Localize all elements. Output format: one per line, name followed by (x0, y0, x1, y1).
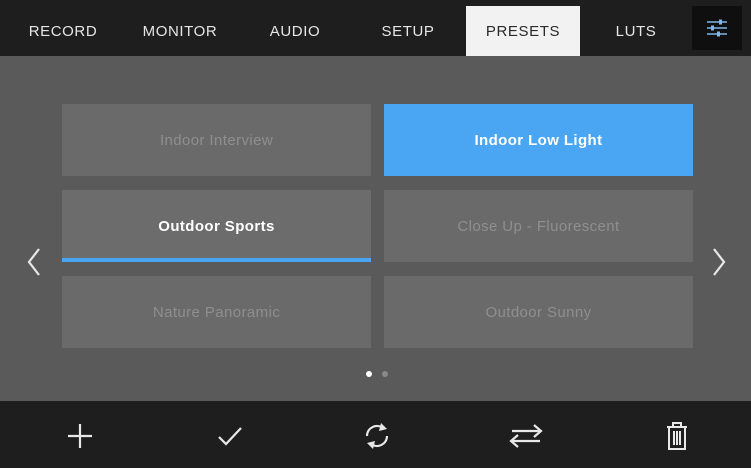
add-icon (68, 424, 92, 448)
selected-indicator (62, 258, 371, 262)
preset-close-up-fluorescent[interactable]: Close Up - Fluorescent (384, 190, 693, 262)
previous-page-button[interactable] (22, 240, 46, 284)
tab-record[interactable]: RECORD (14, 6, 112, 56)
tab-bar: RECORD MONITOR AUDIO SETUP PRESETS LUTS (0, 0, 751, 56)
tab-setup[interactable]: SETUP (356, 6, 460, 56)
preset-label: Close Up - Fluorescent (457, 217, 620, 235)
page-indicator (360, 371, 394, 379)
delete-preset-button[interactable] (652, 411, 702, 461)
tab-presets[interactable]: PRESETS (466, 6, 580, 56)
tab-audio[interactable]: AUDIO (248, 6, 342, 56)
bottom-toolbar (0, 401, 751, 468)
checkmark-icon (218, 427, 242, 446)
preset-indoor-low-light[interactable]: Indoor Low Light (384, 104, 693, 176)
preset-label: Outdoor Sports (158, 217, 275, 235)
refresh-icon (365, 423, 389, 449)
preset-label: Outdoor Sunny (485, 303, 592, 321)
tab-luts[interactable]: LUTS (590, 6, 682, 56)
preset-outdoor-sports[interactable]: Outdoor Sports (62, 190, 371, 262)
load-preset-button[interactable] (205, 411, 255, 461)
chevron-right-icon (713, 248, 726, 276)
add-preset-button[interactable] (55, 411, 105, 461)
import-export-icon (509, 424, 543, 448)
next-page-button[interactable] (707, 240, 731, 284)
preset-outdoor-sunny[interactable]: Outdoor Sunny (384, 276, 693, 348)
preset-label: Indoor Low Light (474, 131, 603, 149)
camera-presets-screen: RECORD MONITOR AUDIO SETUP PRESETS LUTS (0, 0, 751, 468)
update-preset-button[interactable] (352, 411, 402, 461)
tab-monitor[interactable]: MONITOR (124, 6, 236, 56)
preset-label: Indoor Interview (159, 131, 274, 149)
trash-icon (667, 422, 687, 450)
sliders-icon (707, 19, 727, 37)
preset-nature-panoramic[interactable]: Nature Panoramic (62, 276, 371, 348)
page-dot-2[interactable] (382, 371, 388, 377)
chevron-left-icon (27, 248, 40, 276)
preset-indoor-interview[interactable]: Indoor Interview (62, 104, 371, 176)
preset-label: Nature Panoramic (152, 303, 281, 321)
import-export-button[interactable] (501, 411, 551, 461)
page-dot-1[interactable] (366, 371, 372, 377)
tab-settings[interactable] (692, 6, 742, 50)
